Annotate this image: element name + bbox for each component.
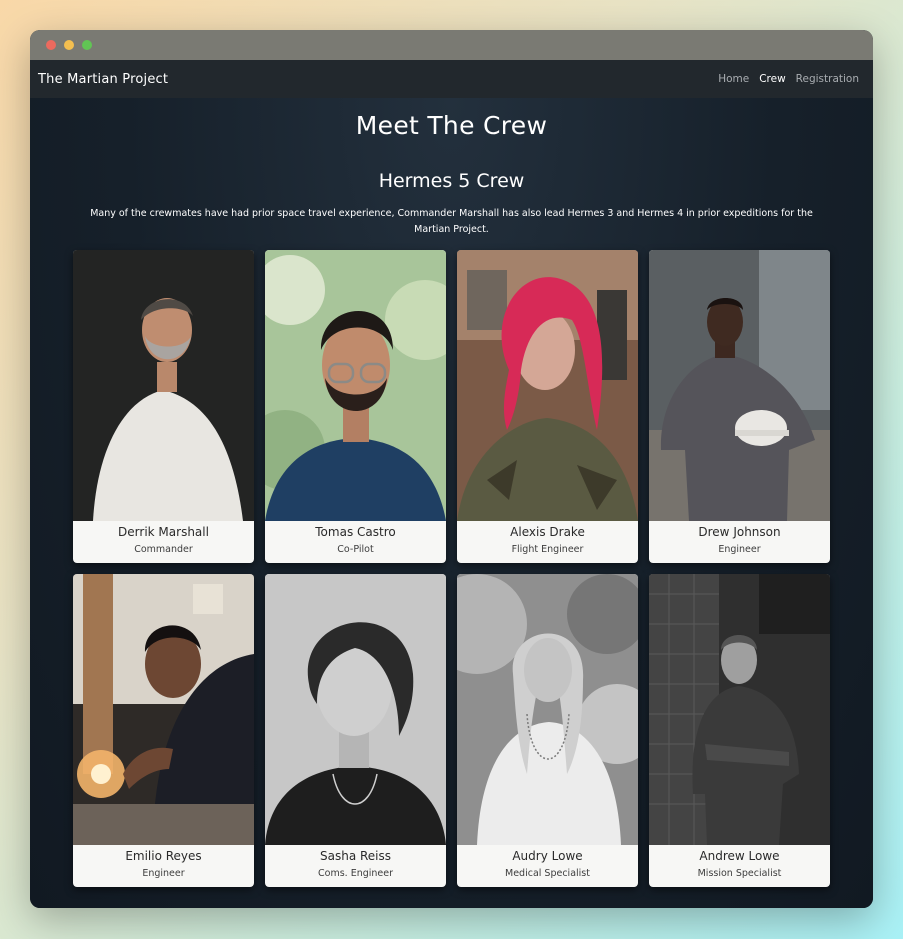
crew-photo (649, 574, 830, 845)
crew-photo (457, 574, 638, 845)
crew-info: Tomas Castro Co-Pilot (265, 521, 446, 563)
crew-card[interactable]: Tomas Castro Co-Pilot (265, 250, 446, 563)
crew-role: Co-Pilot (337, 544, 374, 555)
crew-photo (73, 574, 254, 845)
crew-role: Flight Engineer (511, 544, 584, 555)
crew-photo-image (73, 250, 254, 521)
crew-info: Audry Lowe Medical Specialist (457, 845, 638, 887)
nav-links: Home Crew Registration (718, 73, 859, 85)
crew-photo (457, 250, 638, 521)
crew-role: Coms. Engineer (318, 868, 393, 879)
crew-name: Audry Lowe (512, 849, 583, 863)
crew-role: Commander (134, 544, 193, 555)
crew-card[interactable]: Audry Lowe Medical Specialist (457, 574, 638, 887)
crew-info: Andrew Lowe Mission Specialist (649, 845, 830, 887)
crew-role: Engineer (718, 544, 761, 555)
crew-photo-image (649, 574, 830, 845)
crew-info: Alexis Drake Flight Engineer (457, 521, 638, 563)
navbar: The Martian Project Home Crew Registrati… (30, 60, 873, 98)
crew-name: Tomas Castro (315, 525, 396, 539)
crew-photo-image (457, 574, 638, 845)
main-content: Meet The Crew Hermes 5 Crew Many of the … (30, 98, 873, 908)
crew-photo (265, 250, 446, 521)
crew-name: Sasha Reiss (319, 849, 391, 863)
crew-photo-image (649, 250, 830, 521)
crew-photo-image (457, 250, 638, 521)
crew-card[interactable]: Drew Johnson Engineer (649, 250, 830, 563)
crew-name: Alexis Drake (510, 525, 585, 539)
crew-grid: Derrik Marshall Commander Tomas Castro C… (73, 250, 830, 887)
nav-link-registration[interactable]: Registration (796, 73, 859, 85)
page-title: Meet The Crew (355, 111, 548, 140)
crew-photo (265, 574, 446, 845)
crew-photo-image (73, 574, 254, 845)
section-title: Hermes 5 Crew (378, 170, 525, 192)
browser-window: The Martian Project Home Crew Registrati… (30, 30, 873, 908)
window-titlebar (30, 30, 873, 60)
crew-card[interactable]: Sasha Reiss Coms. Engineer (265, 574, 446, 887)
crew-name: Andrew Lowe (699, 849, 780, 863)
crew-card[interactable]: Alexis Drake Flight Engineer (457, 250, 638, 563)
crew-role: Medical Specialist (505, 868, 590, 879)
crew-info: Emilio Reyes Engineer (73, 845, 254, 887)
maximize-window-dot[interactable] (82, 40, 92, 50)
intro-paragraph: Many of the crewmates have had prior spa… (90, 208, 813, 235)
nav-link-home[interactable]: Home (718, 73, 749, 85)
crew-photo (649, 250, 830, 521)
nav-link-crew[interactable]: Crew (759, 73, 785, 85)
crew-info: Derrik Marshall Commander (73, 521, 254, 563)
crew-info: Sasha Reiss Coms. Engineer (265, 845, 446, 887)
crew-card[interactable]: Emilio Reyes Engineer (73, 574, 254, 887)
crew-card[interactable]: Andrew Lowe Mission Specialist (649, 574, 830, 887)
crew-photo-image (265, 250, 446, 521)
crew-name: Drew Johnson (698, 525, 781, 539)
crew-card[interactable]: Derrik Marshall Commander (73, 250, 254, 563)
crew-photo (73, 250, 254, 521)
crew-role: Mission Specialist (697, 868, 782, 879)
crew-photo-image (265, 574, 446, 845)
minimize-window-dot[interactable] (64, 40, 74, 50)
close-window-dot[interactable] (46, 40, 56, 50)
crew-info: Drew Johnson Engineer (649, 521, 830, 563)
brand-link[interactable]: The Martian Project (38, 72, 168, 87)
crew-name: Emilio Reyes (125, 849, 202, 863)
crew-role: Engineer (142, 868, 185, 879)
crew-name: Derrik Marshall (118, 525, 209, 539)
